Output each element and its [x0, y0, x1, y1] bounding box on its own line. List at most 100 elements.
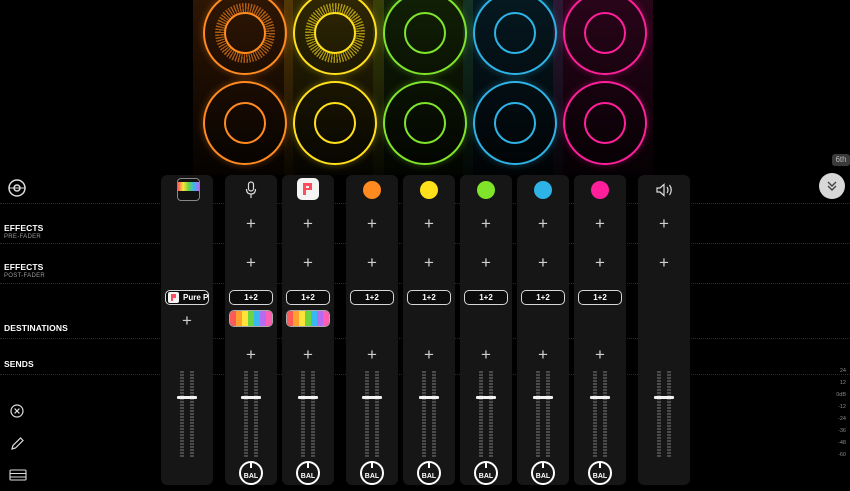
channel-strip: + +1+2 + — [460, 175, 512, 485]
effects-postfader-sublabel: POST-FADER — [4, 273, 46, 279]
add-destination-button[interactable]: + — [161, 312, 213, 329]
pad-center-ring — [584, 12, 626, 54]
balance-knob[interactable]: BAL — [474, 461, 498, 485]
add-effect-prefader-button[interactable]: + — [460, 215, 512, 232]
destination-button[interactable]: 1+2 — [464, 290, 508, 305]
speaker-icon[interactable] — [656, 183, 674, 197]
destination-routing-colors[interactable] — [286, 310, 330, 327]
add-effect-prefader-button[interactable]: + — [638, 215, 690, 232]
meter-scale-tick: 0dB — [836, 392, 846, 398]
waveform-ring — [305, 3, 365, 63]
sends-label: SENDS — [4, 359, 34, 369]
add-send-button[interactable]: + — [282, 346, 334, 363]
add-effect-postfader-button[interactable]: + — [403, 254, 455, 271]
meter-scale-tick: 24 — [839, 368, 846, 374]
sample-pad[interactable] — [383, 81, 467, 165]
level-meter — [479, 371, 483, 457]
balance-knob[interactable]: BAL — [417, 461, 441, 485]
add-send-button[interactable]: + — [517, 346, 569, 363]
sample-pad[interactable] — [473, 81, 557, 165]
add-effect-prefader-button[interactable]: + — [225, 215, 277, 232]
master-volume-fader[interactable] — [654, 396, 674, 399]
balance-knob[interactable]: BAL — [296, 461, 320, 485]
add-send-button[interactable]: + — [403, 346, 455, 363]
pad-grid — [0, 0, 850, 175]
meter-scale-tick: -24 — [838, 416, 846, 422]
meter-scale-tick: -12 — [838, 404, 846, 410]
volume-fader[interactable] — [533, 396, 553, 399]
list-icon[interactable] — [9, 468, 27, 481]
add-effect-postfader-button[interactable]: + — [574, 254, 626, 271]
meter-scale-tick: 12 — [839, 380, 846, 386]
microphone-icon[interactable] — [244, 181, 258, 199]
level-meter — [180, 371, 184, 457]
sample-pad[interactable] — [203, 81, 287, 165]
destination-button[interactable]: 1+2 — [407, 290, 451, 305]
channel-color-dot[interactable] — [420, 181, 438, 199]
add-send-button[interactable]: + — [574, 346, 626, 363]
channel-color-dot[interactable] — [591, 181, 609, 199]
level-meter — [365, 371, 369, 457]
destination-button[interactable]: Pure Pi — [165, 290, 209, 305]
channel-strip: + +1+2 + — [225, 175, 277, 485]
add-effect-prefader-button[interactable]: + — [517, 215, 569, 232]
waveform-ring — [215, 3, 275, 63]
add-send-button[interactable]: + — [346, 346, 398, 363]
balance-knob[interactable]: BAL — [588, 461, 612, 485]
level-meter — [254, 371, 258, 457]
destination-label: Pure Pi — [183, 293, 209, 302]
add-effect-postfader-button[interactable]: + — [517, 254, 569, 271]
balance-knob[interactable]: BAL — [531, 461, 555, 485]
effects-prefader-label: EFFECTS — [4, 223, 44, 233]
meter-scale-tick: -60 — [838, 452, 846, 458]
channel-color-dot[interactable] — [477, 181, 495, 199]
volume-fader[interactable] — [177, 396, 197, 399]
channel-strip: + +1+2 + — [346, 175, 398, 485]
destinations-label: DESTINATIONS — [4, 323, 68, 333]
app-logo-icon[interactable] — [297, 178, 319, 200]
destination-button[interactable]: 1+2 — [286, 290, 330, 305]
add-effect-prefader-button[interactable]: + — [403, 215, 455, 232]
close-circle-icon[interactable] — [10, 404, 24, 418]
channel-color-dot[interactable] — [534, 181, 552, 199]
volume-fader[interactable] — [419, 396, 439, 399]
pencil-icon[interactable] — [10, 436, 25, 451]
destination-button[interactable]: 1+2 — [229, 290, 273, 305]
add-effect-postfader-button[interactable]: + — [346, 254, 398, 271]
add-effect-postfader-button[interactable]: + — [225, 254, 277, 271]
destination-button[interactable]: 1+2 — [578, 290, 622, 305]
destination-button[interactable]: 1+2 — [521, 290, 565, 305]
meter-scale-tick: -48 — [838, 440, 846, 446]
add-effect-postfader-button[interactable]: + — [638, 254, 690, 271]
pad-center-ring — [224, 102, 266, 144]
add-send-button[interactable]: + — [225, 346, 277, 363]
add-effect-postfader-button[interactable]: + — [460, 254, 512, 271]
volume-fader[interactable] — [476, 396, 496, 399]
balance-knob[interactable]: BAL — [239, 461, 263, 485]
add-effect-prefader-button[interactable]: + — [346, 215, 398, 232]
app-logo-icon[interactable] — [177, 178, 200, 201]
volume-fader[interactable] — [241, 396, 261, 399]
level-meter — [667, 371, 671, 457]
level-meter — [546, 371, 550, 457]
add-effect-prefader-button[interactable]: + — [282, 215, 334, 232]
sample-pad[interactable] — [563, 81, 647, 165]
app-logo-icon — [168, 292, 179, 303]
destination-routing-colors[interactable] — [229, 310, 273, 327]
chevron-double-down-icon[interactable] — [819, 173, 845, 199]
disc-icon[interactable] — [8, 179, 26, 197]
sample-pad[interactable] — [293, 81, 377, 165]
volume-fader[interactable] — [298, 396, 318, 399]
level-meter — [375, 371, 379, 457]
add-send-button[interactable]: + — [460, 346, 512, 363]
channel-strip: + +1+2 + — [517, 175, 569, 485]
volume-fader[interactable] — [590, 396, 610, 399]
destination-button[interactable]: 1+2 — [350, 290, 394, 305]
channel-color-dot[interactable] — [363, 181, 381, 199]
volume-fader[interactable] — [362, 396, 382, 399]
channel-strip: + +1+2 + — [403, 175, 455, 485]
add-effect-prefader-button[interactable]: + — [574, 215, 626, 232]
add-effect-postfader-button[interactable]: + — [282, 254, 334, 271]
balance-knob[interactable]: BAL — [360, 461, 384, 485]
effects-postfader-label: EFFECTS — [4, 262, 44, 272]
